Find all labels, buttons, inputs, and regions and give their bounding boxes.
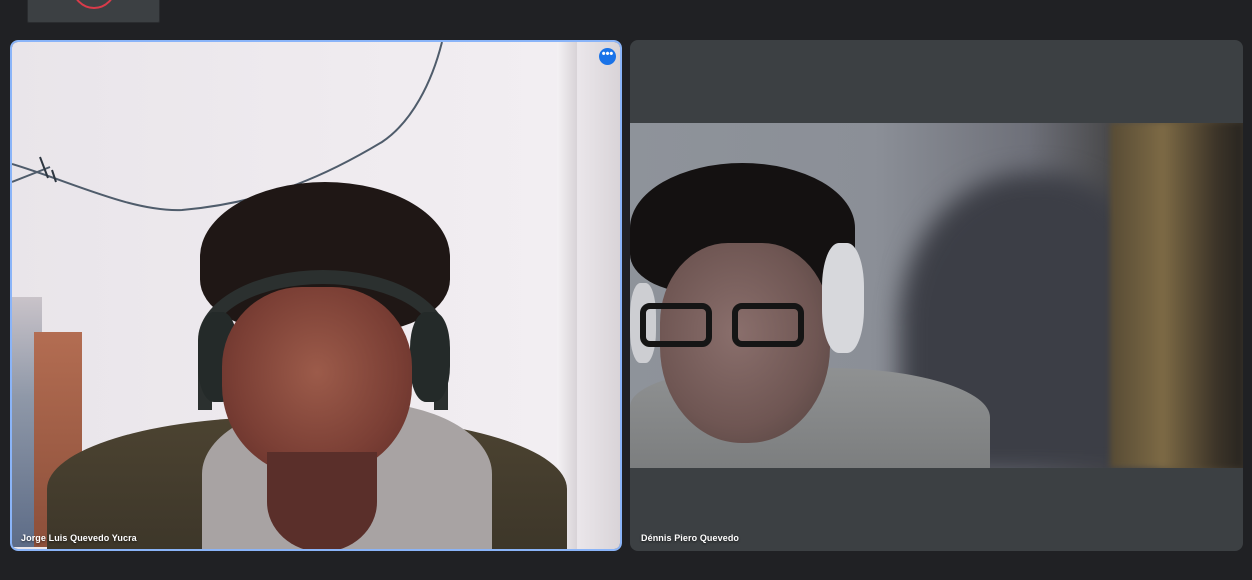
participant-tile-jorge[interactable]: ••• Jorge Luis Quevedo Yucra: [10, 40, 622, 551]
participant-tile-dennis[interactable]: Dénnis Piero Quevedo: [630, 40, 1243, 551]
meeting-stage: ••• Jorge Luis Quevedo Yucra Dénnis Pier…: [0, 0, 1252, 580]
self-view-thumbnail[interactable]: [27, 0, 160, 23]
self-avatar-ring: [72, 0, 116, 9]
more-options-icon[interactable]: •••: [599, 48, 616, 65]
participant-name-label: Dénnis Piero Quevedo: [641, 533, 740, 543]
participant-video: [630, 123, 1243, 468]
participant-video: [12, 42, 620, 549]
participant-name-label: Jorge Luis Quevedo Yucra: [21, 533, 137, 543]
